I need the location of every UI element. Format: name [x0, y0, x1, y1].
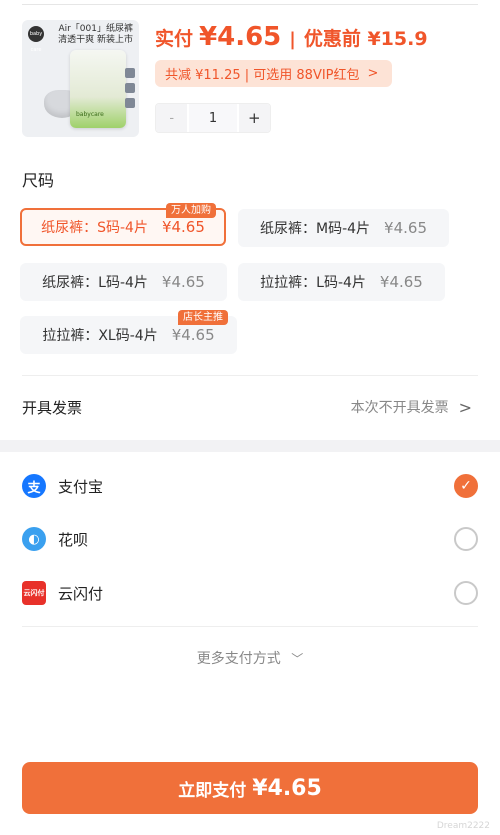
invoice-value: 本次不开具发票: [350, 400, 449, 416]
invoice-label: 开具发票: [22, 399, 83, 417]
payment-option-alipay[interactable]: 支 支付宝 ✓: [22, 466, 478, 506]
more-payment-methods-link[interactable]: 更多支付方式 ﹀: [0, 648, 500, 668]
original-price: 优惠前 ¥15.9: [303, 28, 428, 50]
alipay-icon: 支: [22, 474, 46, 498]
discount-text: 共减 ¥11.25 | 可选用 88VIP红包: [165, 68, 360, 83]
price-line: 实付 ¥4.65 | 优惠前 ¥15.9: [155, 22, 428, 52]
top-divider: [22, 4, 478, 5]
payment-option-unionpay[interactable]: 云闪付 云闪付: [22, 573, 478, 613]
price-amount: ¥4.65: [199, 22, 282, 52]
divider: [22, 375, 478, 376]
price-separator: |: [289, 29, 296, 50]
more-payment-methods-label: 更多支付方式: [196, 651, 281, 667]
product-package-picture: babycare: [70, 50, 126, 128]
sku-option-pullup-l[interactable]: 拉拉裤：L码-4片 ¥4.65: [238, 263, 445, 301]
sku-option-label: 拉拉裤：XL码-4片: [42, 328, 158, 344]
sku-option-diaper-l[interactable]: 纸尿裤：L码-4片 ¥4.65: [20, 263, 227, 301]
product-image-subtitle: 清透干爽 新装上市: [58, 35, 133, 45]
invoice-selector[interactable]: 本次不开具发票 >: [351, 397, 472, 417]
payment-option-huabei[interactable]: ◐ 花呗: [22, 519, 478, 559]
sku-option-price: ¥4.65: [171, 326, 215, 344]
increase-quantity-button[interactable]: +: [238, 104, 270, 132]
watermark-text: Dream2222: [436, 821, 490, 831]
quantity-input[interactable]: 1: [187, 104, 239, 132]
sku-option-label: 纸尿裤：L码-4片: [42, 275, 148, 291]
sku-badge-recommended: 店长主推: [178, 310, 228, 325]
price-label: 实付: [155, 28, 194, 50]
feature-badge-icon: [125, 68, 135, 78]
sku-option-diaper-m[interactable]: 纸尿裤：M码-4片 ¥4.65: [238, 209, 449, 247]
sku-badge-popular: 万人加购: [166, 203, 216, 218]
sku-option-price: ¥4.65: [384, 219, 427, 237]
pay-now-button[interactable]: 立即支付 ¥4.65: [22, 762, 478, 814]
sku-option-price: ¥4.65: [161, 273, 205, 291]
radio-unchecked-icon[interactable]: [454, 527, 478, 551]
product-image-title: Air「001」纸尿裤: [58, 24, 133, 34]
payment-option-label: 云闪付: [58, 584, 104, 603]
brand-logo: baby care: [28, 26, 44, 53]
chevron-down-icon: ﹀: [291, 652, 304, 666]
feature-badges: [125, 68, 135, 108]
discount-pill[interactable]: 共减 ¥11.25 | 可选用 88VIP红包 >: [155, 60, 393, 87]
feature-badge-icon: [125, 98, 135, 108]
product-image-caption: Air「001」纸尿裤 清透干爽 新装上市: [58, 24, 133, 46]
sku-option-price: ¥4.65: [379, 273, 423, 291]
section-separator: [0, 440, 500, 452]
sku-option-label: 纸尿裤：S码-4片: [41, 220, 148, 236]
pay-now-amount: ¥4.65: [252, 775, 322, 801]
radio-checked-icon[interactable]: ✓: [454, 474, 478, 498]
package-brand-text: babycare: [76, 111, 104, 118]
payment-option-label: 支付宝: [58, 477, 104, 496]
sku-option-label: 纸尿裤：M码-4片: [260, 221, 371, 237]
radio-unchecked-icon[interactable]: [454, 581, 478, 605]
decrease-quantity-button[interactable]: -: [156, 104, 188, 132]
divider: [22, 626, 478, 627]
chevron-right-icon: >: [458, 397, 472, 417]
pay-now-label: 立即支付: [178, 780, 247, 801]
payment-option-label: 花呗: [58, 530, 89, 549]
sku-option-label: 拉拉裤：L码-4片: [260, 275, 366, 291]
huabei-icon: ◐: [22, 527, 46, 551]
size-section-title: 尺码: [22, 171, 55, 190]
chevron-right-icon: >: [367, 66, 379, 81]
product-image[interactable]: baby care Air「001」纸尿裤 清透干爽 新装上市 babycare: [22, 20, 139, 137]
unionpay-icon: 云闪付: [22, 581, 46, 605]
feature-badge-icon: [125, 83, 135, 93]
quantity-stepper: - 1 +: [155, 103, 271, 133]
sku-option-price: ¥4.65: [161, 218, 205, 236]
